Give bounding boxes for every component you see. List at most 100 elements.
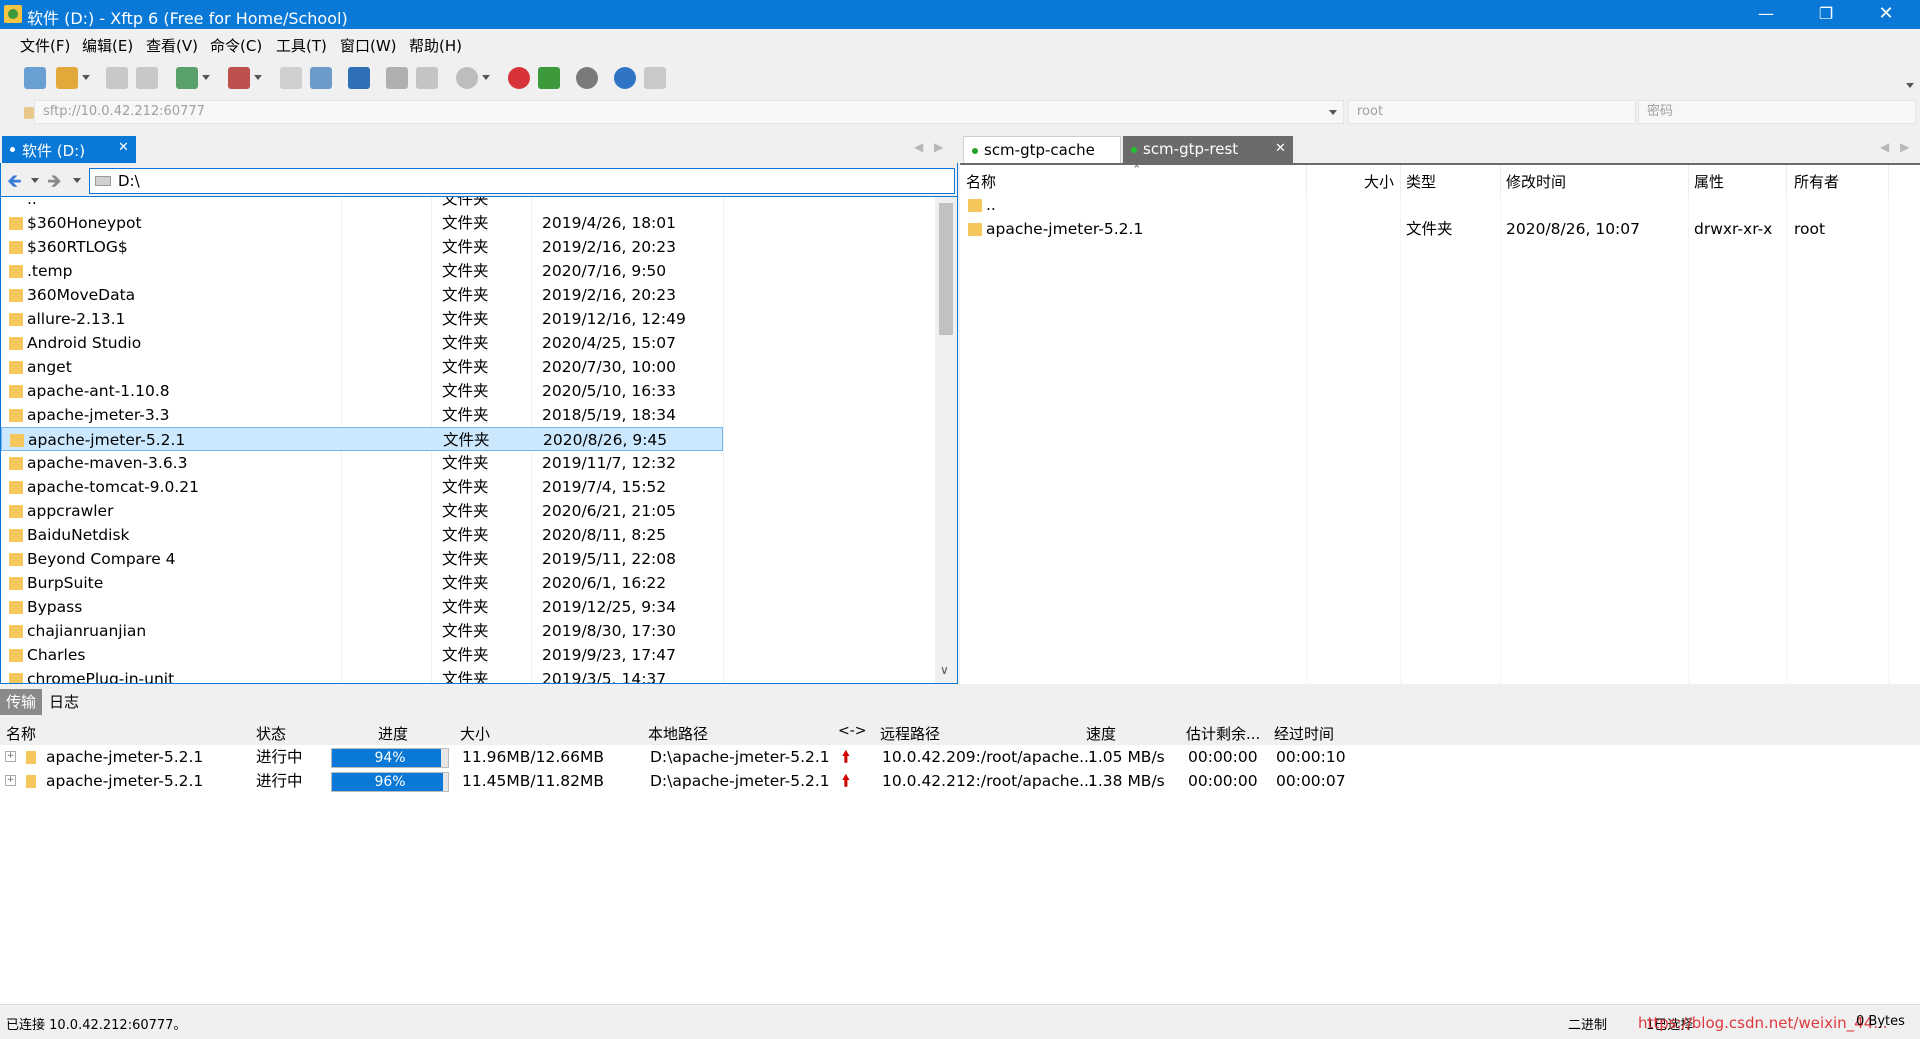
close-icon[interactable]: ✕ (118, 140, 129, 155)
scrollbar-thumb[interactable] (939, 203, 953, 335)
chevron-down-icon[interactable] (73, 178, 81, 183)
host-input[interactable]: sftp://10.0.42.212:60777 (34, 100, 1344, 124)
paste-icon[interactable] (416, 67, 438, 89)
list-item[interactable]: .temp 文件夹 2020/7/16, 9:50 (1, 259, 723, 283)
column-type[interactable]: 类型 (1406, 171, 1436, 192)
restore-button[interactable]: ❐ (1796, 0, 1856, 29)
list-item-parent[interactable]: .. 文件夹 (1, 197, 723, 211)
column-size[interactable]: 大小 (460, 723, 490, 744)
menu-command[interactable]: 命令(C) (210, 35, 262, 56)
chevron-left-icon[interactable]: ◀ (914, 140, 923, 154)
chevron-down-icon[interactable] (82, 75, 90, 80)
list-item[interactable]: BurpSuite 文件夹 2020/6/1, 16:22 (1, 571, 723, 595)
menu-help[interactable]: 帮助(H) (409, 35, 462, 56)
chevron-down-icon[interactable] (254, 75, 262, 80)
new-tab-icon[interactable] (176, 67, 198, 89)
column-modified[interactable]: 修改时间 (1506, 171, 1566, 192)
tab-scm-gtp-rest[interactable]: scm-gtp-rest ✕ (1123, 136, 1293, 163)
transfer-row[interactable]: + apache-jmeter-5.2.1 进行中 94% 11.96MB/12… (0, 745, 1920, 769)
chevron-down-icon[interactable] (31, 178, 39, 183)
tab-transfers[interactable]: 传输 (0, 689, 42, 715)
column-attributes[interactable]: 属性 (1694, 171, 1724, 192)
list-item[interactable]: Beyond Compare 4 文件夹 2019/5/11, 22:08 (1, 547, 723, 571)
column-progress[interactable]: 进度 (378, 723, 408, 744)
menu-view[interactable]: 查看(V) (146, 35, 198, 56)
list-item[interactable]: $360Honeypot 文件夹 2019/4/26, 18:01 (1, 211, 723, 235)
column-remaining[interactable]: 估计剩余... (1186, 723, 1260, 744)
list-item[interactable]: apache-tomcat-9.0.21 文件夹 2019/7/4, 15:52 (1, 475, 723, 499)
tab-scm-gtp-cache[interactable]: scm-gtp-cache (963, 136, 1121, 163)
column-direction[interactable]: <-> (838, 723, 867, 739)
chevron-left-icon[interactable]: ◀ (1880, 140, 1889, 154)
chevron-down-icon[interactable] (1329, 110, 1337, 115)
paste-icon[interactable] (310, 67, 332, 89)
column-elapsed[interactable]: 经过时间 (1274, 723, 1334, 744)
menu-tools[interactable]: 工具(T) (276, 35, 327, 56)
play-icon[interactable] (228, 67, 250, 89)
file-type: 文件夹 (442, 286, 489, 304)
list-item-parent[interactable]: .. (960, 193, 1920, 217)
menu-window[interactable]: 窗口(W) (340, 35, 397, 56)
column-name[interactable]: 名称 (6, 723, 36, 744)
connect-icon[interactable] (106, 67, 128, 89)
forward-arrow-icon[interactable]: 🡺 (47, 169, 62, 199)
list-item[interactable]: Charles 文件夹 2019/9/23, 17:47 (1, 643, 723, 667)
copy-icon[interactable] (386, 67, 408, 89)
list-item[interactable]: apache-jmeter-5.2.1 文件夹 2020/8/26, 9:45 (1, 427, 723, 451)
transfer-row[interactable]: + apache-jmeter-5.2.1 进行中 96% 11.45MB/11… (0, 769, 1920, 793)
xshell-icon[interactable] (508, 67, 530, 89)
list-item[interactable]: appcrawler 文件夹 2020/6/21, 21:05 (1, 499, 723, 523)
scrollbar[interactable]: ∨ (935, 197, 957, 683)
menu-file[interactable]: 文件(F) (20, 35, 70, 56)
tab-local-drive[interactable]: 软件 (D:) ✕ (2, 136, 136, 163)
stop-icon[interactable] (456, 67, 478, 89)
list-item[interactable]: Bypass 文件夹 2019/12/25, 9:34 (1, 595, 723, 619)
chevron-down-icon[interactable] (202, 75, 210, 80)
folder-icon (9, 409, 23, 422)
close-icon[interactable]: ✕ (1275, 141, 1286, 156)
list-item[interactable]: $360RTLOG$ 文件夹 2019/2/16, 20:23 (1, 235, 723, 259)
column-speed[interactable]: 速度 (1086, 723, 1116, 744)
transfer-icon[interactable] (348, 67, 370, 89)
menu-edit[interactable]: 编辑(E) (82, 35, 133, 56)
list-item[interactable]: apache-jmeter-5.2.1 文件夹 2020/8/26, 10:07… (960, 217, 1920, 241)
chevron-down-icon[interactable] (482, 75, 490, 80)
username-input[interactable]: root (1348, 100, 1636, 124)
list-item[interactable]: anget 文件夹 2020/7/30, 10:00 (1, 355, 723, 379)
chevron-right-icon[interactable]: ▶ (1900, 140, 1909, 154)
column-status[interactable]: 状态 (256, 723, 286, 744)
list-item[interactable]: apache-ant-1.10.8 文件夹 2020/5/10, 16:33 (1, 379, 723, 403)
column-name[interactable]: 名称 (966, 171, 996, 192)
expand-icon[interactable]: + (5, 775, 16, 786)
chevron-right-icon[interactable]: ▶ (934, 140, 943, 154)
new-session-icon[interactable] (24, 67, 46, 89)
expand-icon[interactable]: + (5, 751, 16, 762)
back-arrow-icon[interactable]: 🡸 (7, 169, 22, 199)
list-item[interactable]: Android Studio 文件夹 2020/4/25, 15:07 (1, 331, 723, 355)
list-item[interactable]: allure-2.13.1 文件夹 2019/12/16, 12:49 (1, 307, 723, 331)
path-input[interactable]: D:\ (89, 168, 955, 194)
chevron-down-icon[interactable]: ∨ (940, 663, 949, 677)
chat-icon[interactable] (644, 67, 666, 89)
column-size[interactable]: 大小 (1364, 171, 1394, 192)
list-item[interactable]: apache-maven-3.6.3 文件夹 2019/11/7, 12:32 (1, 451, 723, 475)
chevron-down-icon[interactable] (1906, 83, 1914, 88)
gear-icon[interactable] (576, 67, 598, 89)
disconnect-icon[interactable] (136, 67, 158, 89)
password-input[interactable]: 密码 (1638, 100, 1916, 124)
minimize-button[interactable]: — (1736, 0, 1796, 29)
list-item[interactable]: BaiduNetdisk 文件夹 2020/8/11, 8:25 (1, 523, 723, 547)
close-button[interactable]: ✕ (1856, 0, 1916, 29)
help-icon[interactable] (614, 67, 636, 89)
column-local-path[interactable]: 本地路径 (648, 723, 708, 744)
list-item[interactable]: chromePlug-in-unit 文件夹 2019/3/5, 14:37 (1, 667, 723, 683)
list-item[interactable]: apache-jmeter-3.3 文件夹 2018/5/19, 18:34 (1, 403, 723, 427)
column-owner[interactable]: 所有者 (1794, 171, 1839, 192)
copy-icon[interactable] (280, 67, 302, 89)
column-remote-path[interactable]: 远程路径 (880, 723, 940, 744)
list-item[interactable]: chajianruanjian 文件夹 2019/8/30, 17:30 (1, 619, 723, 643)
tab-log[interactable]: 日志 (42, 689, 86, 715)
xftp-icon[interactable] (538, 67, 560, 89)
list-item[interactable]: 360MoveData 文件夹 2019/2/16, 20:23 (1, 283, 723, 307)
open-folder-icon[interactable] (56, 67, 78, 89)
